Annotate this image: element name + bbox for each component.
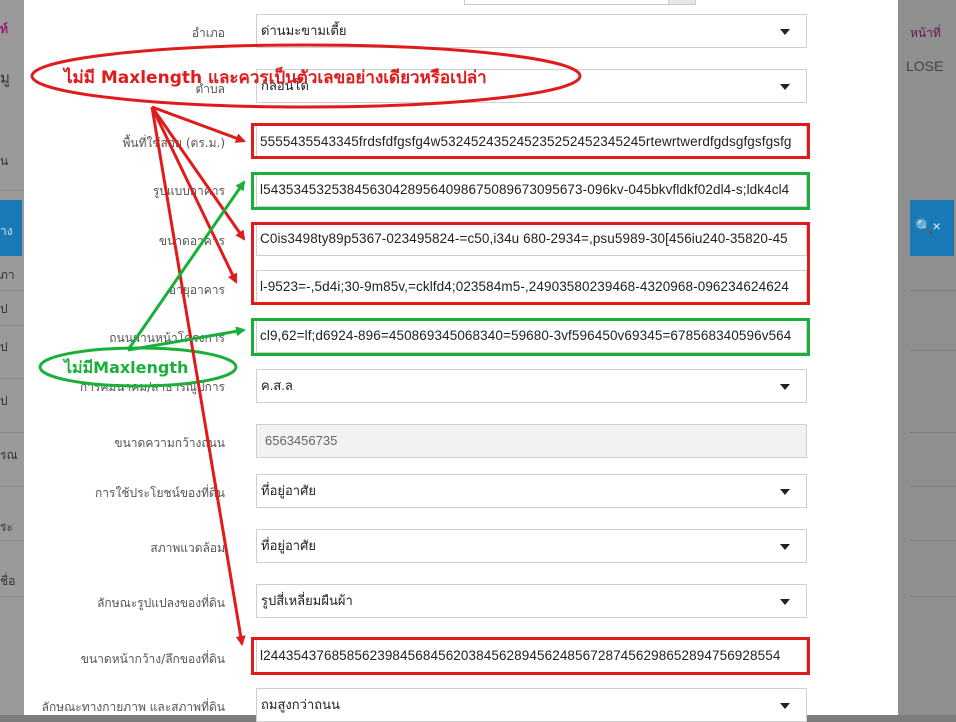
transport-value: ค.ส.ล: [261, 378, 293, 393]
physical-condition-label: ลักษณะทางกายภาพ และสภาพที่ดิน: [41, 700, 225, 714]
land-use-label: การใช้ประโยชน์ของที่ดิน: [95, 486, 225, 500]
background-text: รณ: [0, 448, 18, 462]
divider: [910, 350, 956, 351]
top-control-button[interactable]: [668, 0, 695, 4]
land-use-value: ที่อยู่อาศัย: [261, 483, 316, 498]
background-text: ูป: [0, 302, 8, 316]
usable-area-input[interactable]: 5555435543345frdsfdfgsfg4w53245243524523…: [256, 125, 807, 159]
plot-shape-select[interactable]: รูปสี่เหลี่ยมผืนผ้า: [256, 584, 807, 618]
district-select[interactable]: ด่านมะขามเตี้ย: [256, 14, 807, 48]
divider: [0, 596, 24, 597]
background-text: ท์: [0, 22, 8, 36]
building-style-label: รูปแบบอาคาร: [152, 184, 225, 198]
environment-value: ที่อยู่อาศัย: [261, 538, 316, 553]
usable-area-label: พื้นที่ใช้สอย (ตร.ม.): [122, 136, 225, 150]
background-text: าง: [0, 224, 13, 238]
chevron-down-icon: [780, 29, 790, 35]
environment-select[interactable]: ที่อยู่อาศัย: [256, 529, 807, 563]
plot-shape-value: รูปสี่เหลี่ยมผืนผ้า: [261, 593, 353, 608]
divider: [910, 486, 956, 487]
chevron-down-icon: [780, 489, 790, 495]
divider: [0, 378, 24, 379]
divider: [910, 540, 956, 541]
close-icon: ×: [932, 218, 941, 234]
building-size-label: ขนาดอาคาร: [158, 234, 225, 248]
district-value: ด่านมะขามเตี้ย: [261, 23, 347, 38]
background-text: ภา: [0, 268, 15, 282]
top-control-edge: [464, 0, 696, 5]
divider: [910, 596, 956, 597]
divider: [0, 190, 24, 191]
divider: [0, 486, 24, 487]
land-dimensions-label: ขนาดหน้ากว้าง/ลึกของที่ดิน: [80, 652, 225, 666]
subdistrict-label: ตำบล: [195, 82, 225, 96]
road-width-label: ขนาดความกว้างถนน: [114, 436, 225, 450]
transport-select[interactable]: ค.ส.ล: [256, 369, 807, 403]
background-left-strip: ท์ มู น าง ภา ูป ป ป รณ ระ ชื่อ: [0, 0, 24, 715]
front-road-label: ถนนผ่านหน้าโครงการ: [109, 331, 225, 345]
background-text: ป: [0, 394, 8, 408]
chevron-down-icon: [780, 544, 790, 550]
subdistrict-value: กลอนโด: [261, 78, 309, 93]
divider: [0, 432, 24, 433]
chevron-down-icon: [780, 703, 790, 709]
subdistrict-select[interactable]: กลอนโด: [256, 69, 807, 103]
front-road-input[interactable]: cl9,62=lf;d6924-896=450869345068340=5968…: [256, 319, 807, 353]
background-text: มู: [0, 70, 10, 87]
background-search-button[interactable]: 🔍×: [910, 200, 954, 256]
chevron-down-icon: [780, 599, 790, 605]
divider: [0, 540, 24, 541]
district-label: อำเภอ: [191, 26, 225, 40]
chevron-down-icon: [780, 384, 790, 390]
building-age-input[interactable]: l-9523=-,5d4i;30-9m85v,=cklfd4;023584m5-…: [256, 270, 807, 304]
background-text: ชื่อ: [0, 574, 16, 588]
plot-shape-label: ลักษณะรูปแปลงของที่ดิน: [97, 596, 225, 610]
building-age-label: อายุอาคาร: [168, 283, 225, 297]
background-nav-text: หน้าที่: [910, 26, 941, 40]
building-style-input[interactable]: l543534532538456304289564098675089673095…: [256, 173, 807, 207]
physical-condition-select[interactable]: ถมสูงกว่าถนน: [256, 688, 807, 722]
divider: [910, 290, 956, 291]
environment-label: สภาพแวดล้อม: [150, 541, 225, 555]
background-text: ระ: [0, 520, 13, 534]
divider: [0, 290, 24, 291]
transport-label: การคมนาคม/สาธารณูปการ: [79, 380, 225, 394]
property-form-modal: อำเภอ ด่านมะขามเตี้ย ตำบล กลอนโด พื้นที่…: [24, 0, 898, 722]
background-text: ป: [0, 340, 8, 354]
building-size-input[interactable]: C0is3498ty89p5367-023495824-=c50,i34u 68…: [256, 222, 807, 256]
search-icon: 🔍: [915, 218, 933, 234]
physical-condition-value: ถมสูงกว่าถนน: [261, 697, 340, 712]
background-close-label[interactable]: LOSE: [906, 58, 943, 74]
land-use-select[interactable]: ที่อยู่อาศัย: [256, 474, 807, 508]
background-right-strip: หน้าที่ LOSE 🔍×: [898, 0, 956, 715]
chevron-down-icon: [780, 84, 790, 90]
background-text: น: [0, 154, 9, 168]
road-width-field: 6563456735: [256, 424, 807, 458]
divider: [910, 432, 956, 433]
land-dimensions-input[interactable]: l244354376858562398456845620384562894562…: [256, 639, 807, 673]
divider: [0, 325, 24, 326]
